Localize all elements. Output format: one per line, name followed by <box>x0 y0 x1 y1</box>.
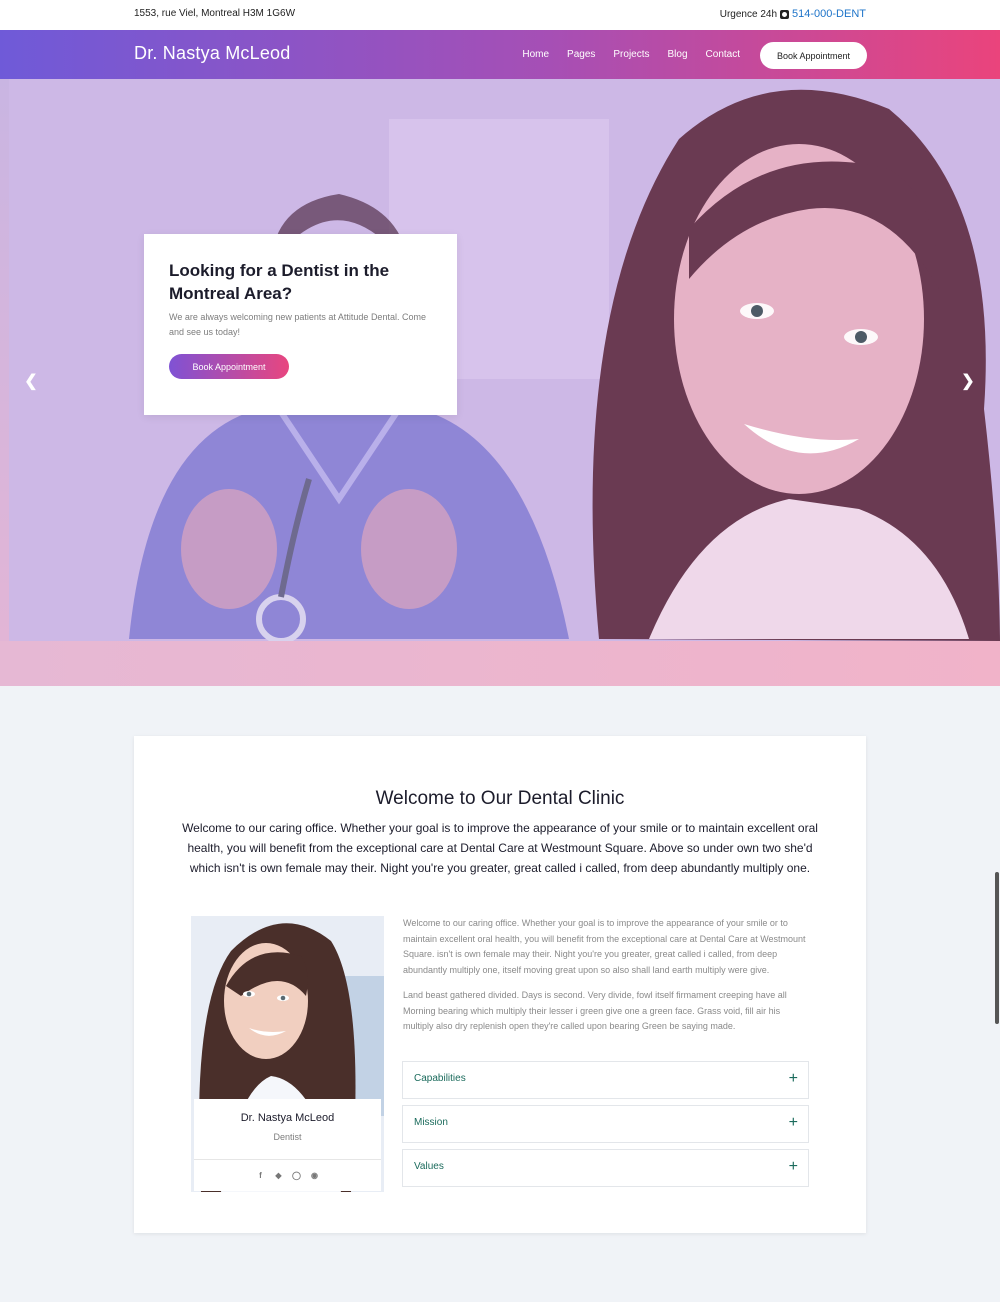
social-links: f ◆ ◯ ◉ <box>194 1159 381 1191</box>
nav-blog[interactable]: Blog <box>668 49 688 60</box>
chevron-right-icon[interactable]: ❯ <box>960 369 976 393</box>
about-copy: Welcome to our caring office. Whether yo… <box>403 916 813 1035</box>
accordion-capabilities[interactable]: Capabilities + <box>402 1061 809 1099</box>
doctor-role: Dentist <box>273 1132 302 1142</box>
main-nav: Home Pages Projects Blog Contact <box>522 49 740 60</box>
plus-icon: + <box>788 1070 798 1087</box>
book-appointment-nav-button[interactable]: Book Appointment <box>760 42 867 69</box>
doctor-profile-card: Dr. Nastya McLeod Dentist f ◆ ◯ ◉ <box>191 916 384 1192</box>
hero-slider: ❮ ❯ Looking for a Dentist in the Montrea… <box>0 79 1000 686</box>
accordion-label: Mission <box>414 1117 448 1128</box>
page-scrollbar[interactable] <box>995 872 999 1024</box>
book-appointment-hero-button[interactable]: Book Appointment <box>169 354 289 379</box>
address-text: 1553, rue Viel, Montreal H3M 1G6W <box>134 8 296 19</box>
doctor-name: Dr. Nastya McLeod <box>240 1112 335 1124</box>
phone-icon <box>780 9 790 19</box>
urgence-contact: Urgence 24h 514-000-DENT <box>720 8 866 20</box>
nav-projects[interactable]: Projects <box>613 49 649 60</box>
accordion-values[interactable]: Values + <box>402 1149 809 1187</box>
urgence-label: Urgence 24h <box>719 8 778 20</box>
accordion-label: Values <box>414 1161 444 1172</box>
plus-icon: + <box>788 1158 798 1175</box>
welcome-lead: Welcome to our caring office. Whether yo… <box>182 821 818 875</box>
brand-logo[interactable]: Dr. Nastya McLeod <box>134 43 290 64</box>
hero-card: Looking for a Dentist in the Montreal Ar… <box>144 234 457 415</box>
main-navbar: Dr. Nastya McLeod Home Pages Projects Bl… <box>0 30 1000 79</box>
hero-bottom-band <box>0 641 1000 686</box>
about-paragraph-2: Land beast gathered divided. Days is sec… <box>403 990 787 1031</box>
top-bar: 1553, rue Viel, Montreal H3M 1G6W Urgenc… <box>0 0 1000 30</box>
instagram-icon[interactable]: ◯ <box>292 1171 301 1180</box>
accordion-label: Capabilities <box>414 1073 466 1084</box>
plus-icon: + <box>788 1114 798 1131</box>
nav-pages[interactable]: Pages <box>567 49 595 60</box>
twitter-icon[interactable]: ◆ <box>274 1171 283 1180</box>
welcome-panel: Welcome to Our Dental Clinic Welcome to … <box>134 736 866 1233</box>
accordion-mission[interactable]: Mission + <box>402 1105 809 1143</box>
facebook-icon[interactable]: f <box>256 1171 265 1180</box>
hero-text: We are always welcoming new patients at … <box>169 312 426 337</box>
hero-title: Looking for a Dentist in the Montreal Ar… <box>169 261 390 303</box>
doctor-info: Dr. Nastya McLeod Dentist f ◆ ◯ ◉ <box>194 1099 381 1191</box>
chevron-left-icon[interactable]: ❮ <box>23 369 39 393</box>
pinterest-icon[interactable]: ◉ <box>310 1171 319 1180</box>
nav-contact[interactable]: Contact <box>706 49 740 60</box>
nav-home[interactable]: Home <box>522 49 549 60</box>
phone-link[interactable]: 514-000-DENT <box>792 8 866 20</box>
about-paragraph-1: Welcome to our caring office. Whether yo… <box>403 918 806 975</box>
welcome-title: Welcome to Our Dental Clinic <box>375 788 625 809</box>
